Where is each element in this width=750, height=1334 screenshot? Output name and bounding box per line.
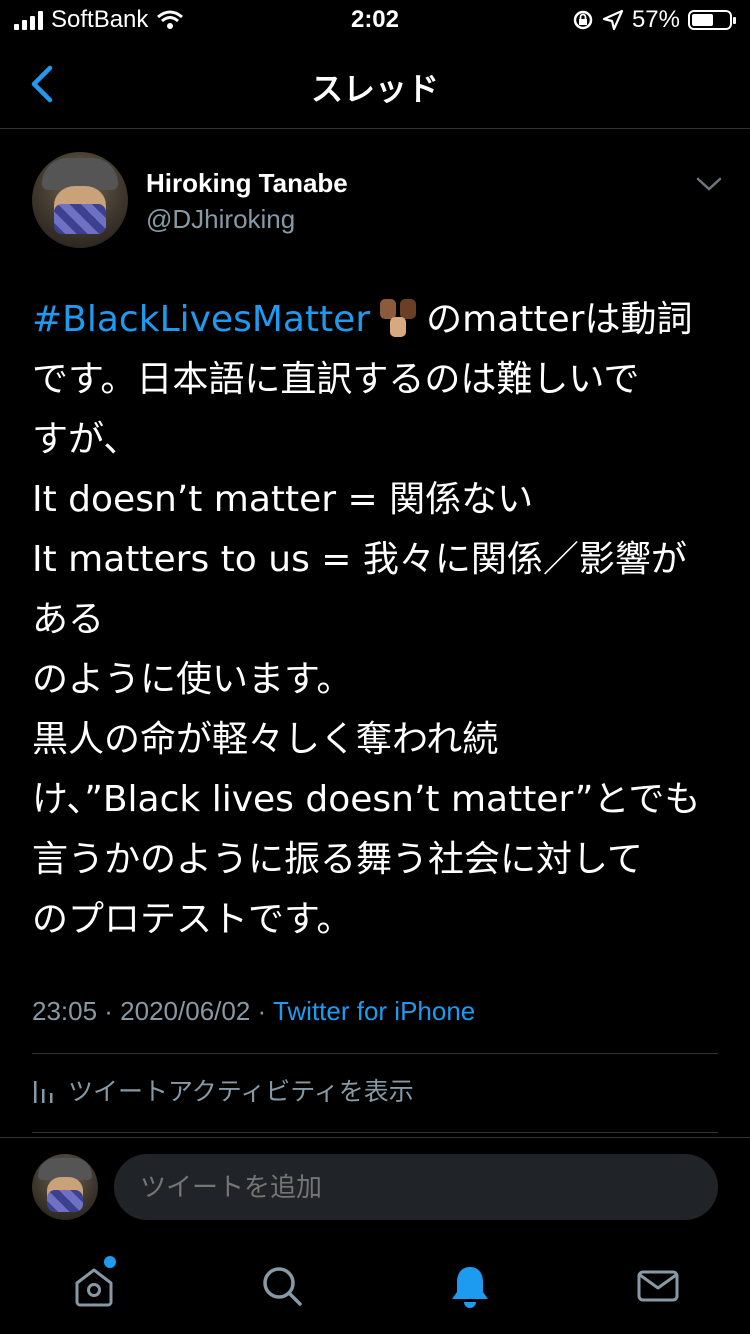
bar-chart-icon <box>34 1081 53 1103</box>
divider <box>32 1132 718 1133</box>
tweet-line: ある <box>32 599 105 640</box>
author-avatar[interactable] <box>32 152 128 248</box>
tweet-line: です。日本語に直訳するのは難しいで <box>32 359 640 400</box>
author-name[interactable]: Hiroking Tanabe <box>146 168 348 199</box>
status-bar: SoftBank 2:02 57% <box>0 0 750 42</box>
tab-bar <box>0 1240 750 1334</box>
orientation-lock-icon <box>573 10 593 30</box>
tweet-line: 黒人の命が軽々しく奪われ続 <box>32 719 499 760</box>
battery-percent: 57% <box>631 6 680 33</box>
chevron-down-icon[interactable] <box>694 172 724 196</box>
home-icon[interactable] <box>70 1262 118 1310</box>
raised-fists-emoji-icon <box>380 299 417 337</box>
tweet-line: のプロテストです。 <box>32 899 353 940</box>
nav-bar: スレッド <box>0 42 750 129</box>
location-arrow-icon <box>602 9 624 31</box>
user-avatar[interactable] <box>32 1154 98 1220</box>
tweet-line: すが、 <box>32 419 140 460</box>
search-icon[interactable] <box>258 1262 306 1310</box>
battery-icon <box>688 10 736 30</box>
notification-dot <box>104 1256 116 1268</box>
tweet-line: 言うかのように振る舞う社会に対して <box>32 839 643 880</box>
notifications-icon[interactable] <box>446 1262 494 1310</box>
tweet-line: け、”Black lives doesn’t matter”とでも <box>32 779 701 820</box>
tweet-line: のmatterは動詞 <box>426 299 693 340</box>
tweet-meta: 23:05 · 2020/06/02 · Twitter for iPhone <box>32 996 475 1027</box>
tweet-line: It matters to us = 我々に関係／影響が <box>32 539 687 580</box>
tweet-line: It doesn’t matter = 関係ない <box>32 479 534 520</box>
tweet-line: のように使います。 <box>32 659 353 700</box>
page-title: スレッド <box>310 70 439 108</box>
divider <box>32 1053 718 1054</box>
tweet-timestamp: 23:05 · 2020/06/02 · <box>32 996 273 1026</box>
author-handle[interactable]: @DJhiroking <box>146 204 295 235</box>
divider <box>0 1137 750 1138</box>
reply-input[interactable] <box>114 1154 718 1220</box>
tweet-activity-link[interactable]: ツイートアクティビティを表示 <box>32 1072 414 1108</box>
tweet-text: #BlackLivesMatter のmatterは動詞 です。日本語に直訳する… <box>32 290 722 950</box>
tweet-activity-label: ツイートアクティビティを表示 <box>68 1077 414 1106</box>
messages-icon[interactable] <box>634 1262 682 1310</box>
tweet-source-link[interactable]: Twitter for iPhone <box>273 996 475 1026</box>
hashtag-link[interactable]: #BlackLivesMatter <box>32 299 370 340</box>
